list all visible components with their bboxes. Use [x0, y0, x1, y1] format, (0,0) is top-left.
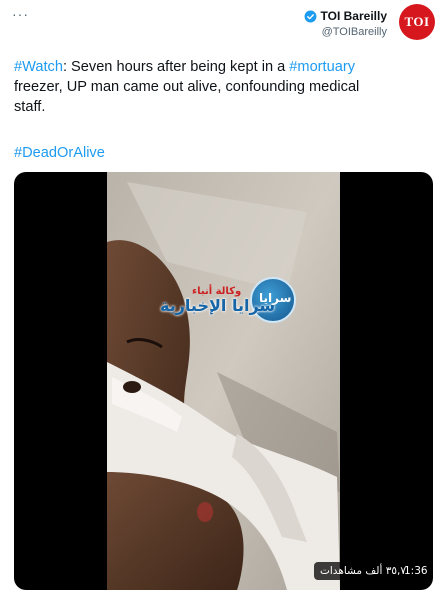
avatar[interactable]: TOI — [399, 4, 435, 40]
author-name-row: TOI Bareilly — [304, 9, 387, 23]
video-player[interactable]: وكالة أنباء سرايا الإخبارية سرايا ٣٥,٧ أ… — [14, 172, 433, 590]
watermark-main-text: سرايا الإخبارية — [160, 296, 276, 315]
tweet-card: ··· TOI Bareilly @TOIBareilly TOI #Watch… — [0, 0, 443, 600]
video-frame — [107, 172, 340, 590]
video-still-image — [107, 172, 340, 590]
more-options-button[interactable]: ··· — [12, 6, 29, 22]
hashtag-mortuary-link[interactable]: #mortuary — [289, 59, 355, 75]
watermark-circle-text: سرايا — [259, 291, 292, 305]
avatar-logo-text: TOI — [404, 14, 430, 29]
author-display-name[interactable]: TOI Bareilly — [321, 9, 387, 23]
view-count-badge: ٣٥,٧ ألف مشاهدات — [314, 562, 412, 580]
author-block[interactable]: TOI Bareilly @TOIBareilly — [304, 9, 387, 38]
verified-badge-icon — [304, 10, 316, 22]
tweet-text-segment: : Seven hours after being kept in a — [62, 59, 290, 75]
hashtag-deadoralive-link[interactable]: #DeadOrAlive — [14, 145, 105, 161]
author-handle[interactable]: @TOIBareilly — [304, 26, 387, 38]
tweet-text-line-3: staff. — [14, 99, 46, 115]
tweet-text: #Watch: Seven hours after being kept in … — [14, 57, 434, 117]
hashtag-line: #DeadOrAlive — [14, 145, 105, 161]
video-duration: 1:36 — [404, 565, 428, 577]
hashtag-watch-link[interactable]: #Watch — [14, 59, 63, 75]
tweet-text-line-1: #Watch: Seven hours after being kept in … — [14, 57, 434, 77]
tweet-text-line-2: freezer, UP man came out alive, confound… — [14, 79, 360, 95]
